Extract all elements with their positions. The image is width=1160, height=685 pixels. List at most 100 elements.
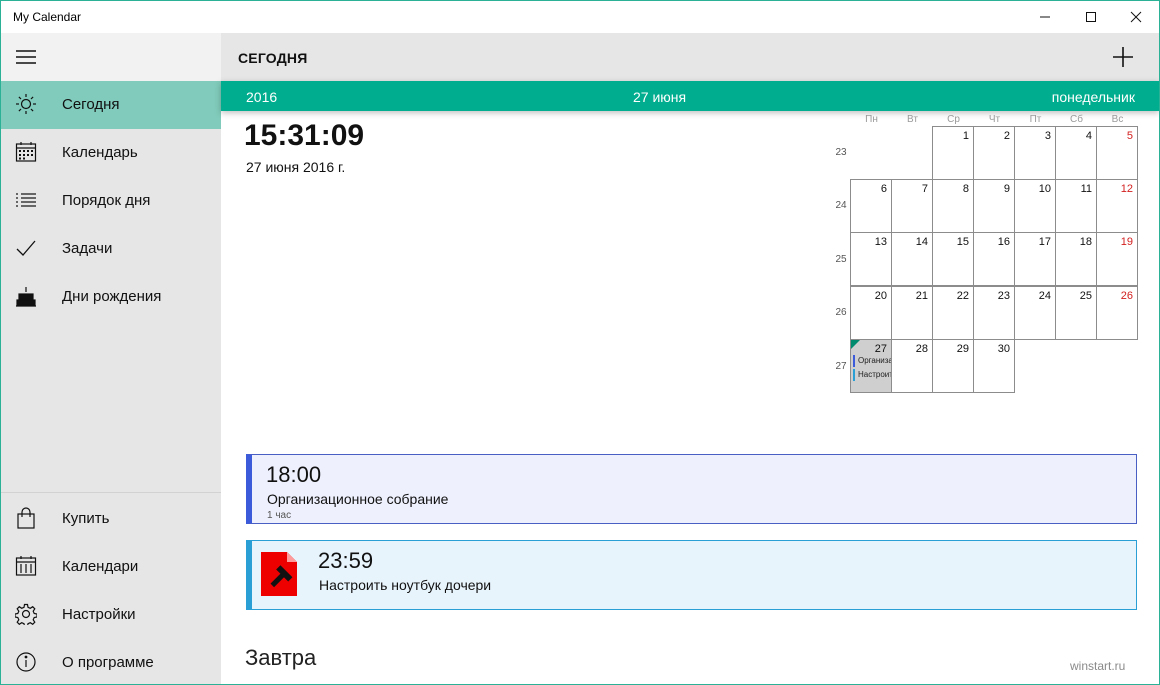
sidebar-item-calendar[interactable]: Календарь — [1, 129, 221, 177]
sidebar-item-about[interactable]: О программе — [1, 639, 221, 684]
calendar-day[interactable]: 24 — [1014, 286, 1056, 340]
day-number: 5 — [1126, 130, 1133, 142]
weekday-header: Вс — [1111, 114, 1124, 125]
calendar-day[interactable]: 15 — [932, 232, 974, 286]
day-number: 26 — [1120, 290, 1133, 302]
day-number: 18 — [1079, 236, 1092, 248]
day-number: 28 — [915, 343, 928, 355]
calendar-day[interactable]: 18 — [1055, 232, 1097, 286]
add-event-button[interactable] — [1111, 45, 1135, 69]
sidebar-item-buy[interactable]: Купить — [1, 495, 221, 543]
day-number: 4 — [1085, 130, 1092, 142]
day-number: 22 — [956, 290, 969, 302]
weekday-header: Вт — [907, 114, 918, 125]
day-number: 1 — [962, 130, 969, 142]
calendar-day[interactable]: 6 — [850, 179, 892, 233]
day-number: 8 — [962, 183, 969, 195]
day-number: 29 — [956, 343, 969, 355]
maximize-button[interactable] — [1068, 1, 1114, 33]
sidebar-item-label: Порядок дня — [62, 192, 151, 209]
calendar-day[interactable]: 13 — [850, 232, 892, 286]
day-number: 12 — [1120, 183, 1133, 195]
sidebar-item-birthdays[interactable]: Дни рождения — [1, 273, 221, 321]
calendar-day[interactable]: 26 — [1096, 286, 1138, 340]
minimize-button[interactable] — [1022, 1, 1068, 33]
close-button[interactable] — [1113, 1, 1159, 33]
calendar-day[interactable]: 12 — [1096, 179, 1138, 233]
sidebar-item-label: Купить — [62, 510, 110, 527]
day-number: 7 — [921, 183, 928, 195]
calendar-day[interactable]: 11 — [1055, 179, 1097, 233]
task-title: Настроить ноутбук дочери — [319, 577, 492, 593]
page-title: СЕГОДНЯ — [238, 50, 308, 66]
calendar-event-chip[interactable]: Настроить ноутбук дочери — [853, 369, 891, 381]
calendar-day[interactable]: 21 — [891, 286, 933, 340]
day-number: 23 — [997, 290, 1010, 302]
sidebar-item-tasks[interactable]: Задачи — [1, 225, 221, 273]
sidebar-item-calendars[interactable]: Календари — [1, 543, 221, 591]
app-window: My Calendar Сегодня Календарь Порядок дн… — [0, 0, 1160, 685]
day-number: 20 — [874, 290, 887, 302]
mini-calendar: Пн Вт Ср Чт Пт Сб Вс 23 24 25 26 27 1 2 … — [831, 111, 1141, 401]
today-marker — [851, 340, 860, 349]
sidebar-item-settings[interactable]: Настройки — [1, 591, 221, 639]
calendar-day[interactable]: 14 — [891, 232, 933, 286]
calendar-day[interactable]: 10 — [1014, 179, 1056, 233]
list-icon — [15, 189, 37, 211]
week-number: 24 — [835, 200, 847, 211]
calendar-day[interactable]: 2 — [973, 126, 1015, 180]
calendar-day[interactable]: 9 — [973, 179, 1015, 233]
day-number: 21 — [915, 290, 928, 302]
day-number: 11 — [1080, 183, 1092, 195]
calendar-day[interactable]: 1 — [932, 126, 974, 180]
task-time: 23:59 — [318, 548, 374, 573]
maximize-icon — [1086, 12, 1096, 22]
calendar-day[interactable]: 29 — [932, 339, 974, 393]
calendar-day[interactable]: 16 — [973, 232, 1015, 286]
sidebar-item-agenda[interactable]: Порядок дня — [1, 177, 221, 225]
calendar-day[interactable]: 25 — [1055, 286, 1097, 340]
gear-icon — [15, 603, 37, 625]
day-number: 6 — [880, 183, 887, 195]
sidebar-item-label: Задачи — [62, 240, 113, 257]
event-duration: 1 час — [267, 510, 292, 521]
calendar-day[interactable]: 8 — [932, 179, 974, 233]
calendar-day[interactable]: 7 — [891, 179, 933, 233]
day-number: 3 — [1044, 130, 1051, 142]
sidebar-item-today[interactable]: Сегодня — [1, 81, 221, 129]
hamburger-menu-button[interactable] — [1, 33, 221, 81]
calendar-day[interactable]: 23 — [973, 286, 1015, 340]
day-number: 17 — [1038, 236, 1051, 248]
date-label: 27 июня — [633, 89, 687, 105]
calendar-day[interactable]: 28 — [891, 339, 933, 393]
watermark: winstart.ru — [1070, 659, 1126, 673]
task-document-icon — [261, 552, 297, 596]
calendar-icon — [15, 141, 37, 163]
weekday-label: понедельник — [1051, 89, 1135, 105]
sidebar-item-label: Календари — [62, 558, 139, 575]
calendar-event-chip[interactable]: Организационное собрание — [853, 355, 891, 367]
calendar-day[interactable]: 19 — [1096, 232, 1138, 286]
event-card[interactable]: 18:00 Организационное собрание 1 час — [246, 454, 1137, 524]
sidebar-item-label: О программе — [62, 654, 154, 671]
day-number: 14 — [915, 236, 928, 248]
window-title: My Calendar — [13, 10, 82, 24]
year-label: 2016 — [246, 89, 278, 105]
checkmark-icon — [15, 237, 37, 259]
task-card[interactable]: 23:59 Настроить ноутбук дочери — [246, 540, 1137, 610]
day-number: 13 — [874, 236, 887, 248]
calendar-day[interactable]: 3 — [1014, 126, 1056, 180]
event-title: Организационное собрание — [267, 491, 449, 507]
calendar-day[interactable]: 5 — [1096, 126, 1138, 180]
calendar-day[interactable]: 30 — [973, 339, 1015, 393]
sidebar-item-label: Календарь — [62, 144, 138, 161]
day-number: 24 — [1038, 290, 1051, 302]
calendar-day[interactable]: 17 — [1014, 232, 1056, 286]
calendar-day[interactable]: 20 — [850, 286, 892, 340]
weekday-header: Пн — [865, 114, 878, 125]
day-number: 19 — [1120, 236, 1133, 248]
calendar-day-today[interactable]: 27 Организационное собрание Настроить но… — [850, 339, 892, 393]
calendar-day[interactable]: 22 — [932, 286, 974, 340]
calendar-day[interactable]: 4 — [1055, 126, 1097, 180]
current-date: 27 июня 2016 г. — [246, 159, 346, 175]
